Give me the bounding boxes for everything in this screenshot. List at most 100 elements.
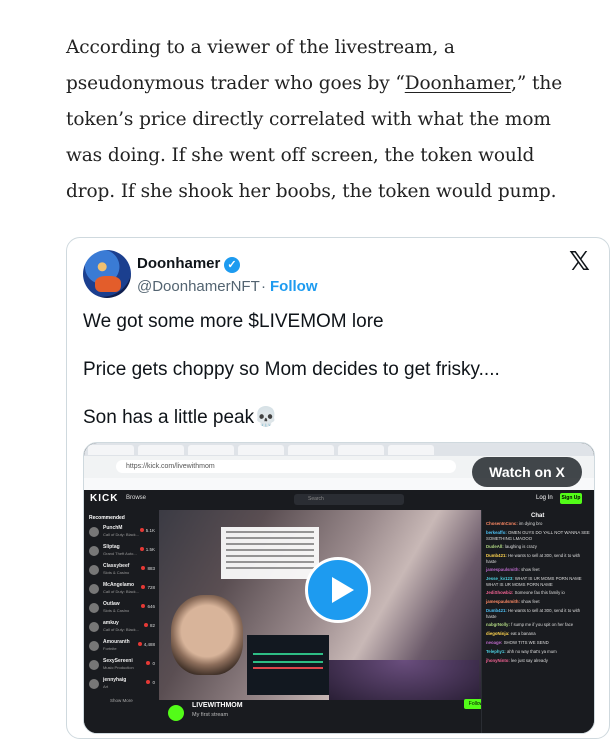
article-paragraph: According to a viewer of the livestream,… (66, 30, 586, 210)
channel-avatar (89, 546, 99, 556)
viewer-count: 82 (144, 623, 155, 628)
chat-username: nabgrNolly: (486, 622, 510, 627)
chat-message: Dumb421: He wants to sell at 300, send i… (486, 608, 590, 619)
tweet-line-2: Price gets choppy so Mom decides to get … (83, 359, 500, 380)
kick-browse: Browse (126, 495, 147, 501)
channel-name: Sliptag (103, 544, 120, 550)
viewer-count: 0 (146, 680, 155, 685)
chat-username: DudeAll: (486, 544, 504, 549)
channel-name: SexySereeni (103, 658, 133, 664)
tweet-line-3: Son has a little peak💀 (83, 407, 278, 428)
browser-tab (188, 445, 234, 455)
kick-logo: KICK (90, 493, 119, 504)
chat-username: berkeaffo: (486, 530, 507, 535)
channel-avatar (89, 603, 99, 613)
avatar[interactable] (83, 250, 131, 298)
channel-name: jennyhaig (103, 677, 127, 683)
browser-url: https://kick.com/livewithmom (116, 460, 456, 473)
overlay-panel (221, 527, 319, 579)
sidebar-channel: Outlaw Slots & Casino 646 (89, 601, 155, 619)
chat-text: SHOW TITS WE SEND (503, 640, 549, 645)
tweet-video[interactable]: https://kick.com/livewithmom KICK Browse… (83, 442, 595, 734)
channel-name: McAngelamo (103, 582, 135, 588)
chat-message: jamespaulsmith: show feet (486, 599, 590, 605)
chat-username: jhonyNinto: (486, 658, 510, 663)
chat-username: jamespaulsmith: (486, 599, 520, 604)
x-logo-icon[interactable]: 𝕏 (569, 249, 593, 275)
tweet-line-1: We got some more $LIVEMOM lore (83, 311, 384, 332)
channel-name: Outlaw (103, 601, 120, 607)
viewer-count: 5.1K (140, 528, 155, 533)
show-more-link: Show More (110, 698, 133, 703)
channel-category: Call of Duty: Black... (103, 589, 140, 594)
channel-category: Call of Duty: Black... (103, 532, 140, 537)
viewer-count: 728 (141, 585, 155, 590)
chat-message: diegoNinja: eat a banana (486, 631, 590, 637)
stream-title: My first stream (192, 712, 229, 718)
chat-message: jamespaulsmith: show feet (486, 567, 590, 573)
channel-avatar (89, 584, 99, 594)
channel-category: Music Production (103, 665, 134, 670)
chat-message: jhonyNinto: lee just say already (486, 658, 590, 664)
streamer-avatar (168, 705, 184, 721)
chat-text: lee just say already (511, 658, 548, 663)
follow-button[interactable]: Follow (270, 278, 318, 295)
trading-chart-overlay (247, 635, 329, 695)
browser-tab (88, 445, 134, 455)
chat-text: show feet (521, 567, 540, 572)
channel-name: Amouranth (103, 639, 130, 645)
sidebar-channel: Classybeef Slots & Casino 883 (89, 563, 155, 581)
chat-text: show feet (521, 599, 540, 604)
chat-message: Telephy1: ahh no way that's ya mum (486, 649, 590, 655)
channel-avatar (89, 527, 99, 537)
channel-avatar (89, 679, 99, 689)
channel-avatar (89, 565, 99, 575)
browser-tab (338, 445, 384, 455)
browser-tab (238, 445, 284, 455)
chat-heading: Chat (531, 513, 545, 519)
channel-name: Classybeef (103, 563, 130, 569)
chat-username: diegoNinja: (486, 631, 510, 636)
sidebar-channel: McAngelamo Call of Duty: Black... 728 (89, 582, 155, 600)
browser-tab (138, 445, 184, 455)
chat-username: JediShowbiz: (486, 590, 514, 595)
sidebar-channel: jennyhaig Art 0 (89, 677, 155, 695)
channel-avatar (89, 660, 99, 670)
chat-username: Dumb421: (486, 553, 507, 558)
chat-message: neoage: SHOW TITS WE SEND (486, 640, 590, 646)
channel-category: Slots & Casino (103, 608, 130, 613)
tweet-handle[interactable]: @DoonhamerNFT (137, 278, 260, 295)
chat-message: JediShowbiz: Someone fax this family io (486, 590, 590, 596)
channel-avatar (89, 622, 99, 632)
chat-text: im dying bro (518, 521, 543, 526)
tweet-display-name[interactable]: Doonhamer (137, 255, 220, 272)
chat-username: Telephy1: (486, 649, 506, 654)
sidebar-channel: SexySereeni Music Production 0 (89, 658, 155, 676)
kick-search: Search (294, 494, 404, 505)
chat-text: eat a banana (510, 631, 536, 636)
play-button[interactable] (305, 557, 371, 623)
chat-text: Someone fax this family io (514, 590, 565, 595)
sidebar-channel: amkuy Call of Duty: Black... 82 (89, 620, 155, 638)
browser-tab-strip (84, 443, 594, 456)
viewer-count: 1.5K (140, 547, 155, 552)
watch-on-x-button[interactable]: Watch on X (472, 457, 582, 487)
sidebar-heading: Recommended (89, 515, 125, 521)
chat-text: ahh no way that's ya mum (506, 649, 557, 654)
chat-username: ChosenInConc: (486, 521, 518, 526)
chat-username: neoage: (486, 640, 503, 645)
channel-category: Art (103, 684, 109, 689)
channel-name: PunchM (103, 525, 123, 531)
sidebar-channel: Amouranth Fortnite 4,488 (89, 639, 155, 657)
browser-tab (388, 445, 434, 455)
chat-username: jamespaulsmith: (486, 567, 520, 572)
kick-login: Log In (536, 495, 553, 501)
chat-message: DudeAll: laughing is crazy (486, 544, 590, 550)
streamer-name: LIVEWITHMOM (192, 702, 243, 709)
doonhamer-link[interactable]: Doonhamer (405, 73, 511, 94)
chat-message: berkeaffo: OMEN GUYS DO YALL NOT WANNA S… (486, 530, 590, 541)
viewer-count: 646 (141, 604, 155, 609)
chat-message: Dumb421: He wants to sell at 300, send i… (486, 553, 590, 564)
chat-text: laughing is crazy (504, 544, 537, 549)
embedded-tweet[interactable]: Doonhamer ✓ @DoonhamerNFT · Follow 𝕏 We … (66, 237, 610, 739)
